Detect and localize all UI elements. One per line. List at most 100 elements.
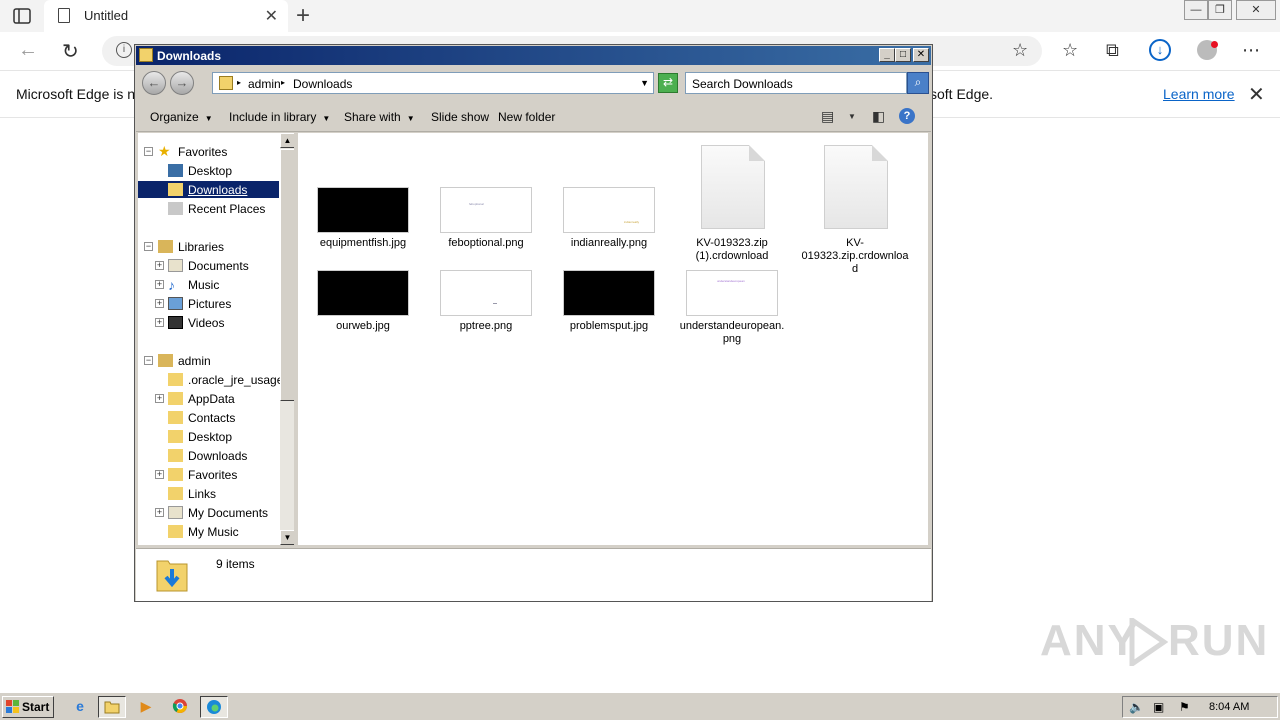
breadcrumb-admin[interactable]: admin — [248, 77, 281, 91]
volume-icon[interactable]: 🔈 — [1129, 700, 1144, 714]
chevron-down-icon[interactable]: ▼ — [848, 112, 856, 121]
nav-contacts[interactable]: Contacts — [188, 411, 235, 425]
restore-button[interactable]: ❐ — [1208, 0, 1232, 20]
nav-downloads[interactable]: Downloads — [188, 183, 247, 197]
expand-icon[interactable]: + — [155, 508, 164, 517]
expand-icon[interactable]: + — [155, 470, 164, 479]
slide-show-button[interactable]: Slide show — [431, 110, 489, 124]
search-icon[interactable]: ⌕ — [907, 72, 929, 94]
explorer-minimize-button[interactable]: _ — [879, 48, 895, 62]
chevron-right-icon[interactable]: ▸ — [281, 78, 285, 87]
nav-my-documents[interactable]: My Documents — [188, 506, 268, 520]
close-window-button[interactable]: ✕ — [1236, 0, 1276, 20]
action-center-flag-icon[interactable]: ⚑ — [1179, 700, 1190, 714]
nav-documents[interactable]: Documents — [188, 259, 249, 273]
nav-music[interactable]: Music — [188, 278, 219, 292]
collapse-icon[interactable]: − — [144, 356, 153, 365]
forward-button[interactable]: → — [170, 71, 194, 95]
nav-favorites-2[interactable]: Favorites — [188, 468, 237, 482]
file-item[interactable]: KV-019323.zip (1).crdownload — [677, 145, 787, 265]
nav-pictures[interactable]: Pictures — [188, 297, 231, 311]
file-item[interactable]: KV-019323.zip.crdownload — [800, 145, 910, 275]
collapse-icon[interactable]: − — [144, 147, 153, 156]
media-player-icon[interactable]: ▶ — [132, 696, 160, 718]
search-placeholder: Search Downloads — [692, 77, 793, 91]
minimize-button[interactable]: — — [1184, 0, 1208, 20]
nav-oracle-jre-usage[interactable]: .oracle_jre_usage — [188, 373, 283, 387]
favorites-icon[interactable]: ☆ — [1062, 40, 1078, 61]
back-button[interactable]: ← — [142, 71, 166, 95]
file-thumbnail — [440, 270, 532, 316]
add-favorite-icon[interactable]: ☆ — [1012, 40, 1028, 61]
file-name: indianreally.png — [570, 237, 648, 249]
scroll-thumb[interactable] — [280, 149, 294, 401]
refresh-button[interactable]: ⇄ — [658, 73, 678, 93]
refresh-icon[interactable]: ↻ — [62, 39, 79, 64]
nav-videos[interactable]: Videos — [188, 316, 224, 330]
tab-close-icon[interactable]: ✕ — [265, 6, 278, 26]
watermark: ANY RUN — [1040, 612, 1267, 672]
explorer-maximize-button[interactable]: □ — [895, 48, 911, 62]
more-menu-icon[interactable]: ⋯ — [1242, 40, 1260, 61]
chevron-down-icon[interactable]: ▼ — [640, 78, 649, 88]
explorer-taskbar-icon[interactable] — [98, 696, 126, 718]
infobar-close-icon[interactable]: ✕ — [1248, 82, 1265, 107]
site-info-icon[interactable]: i — [116, 42, 132, 58]
file-item[interactable]: feboptional feboptional.png — [431, 187, 541, 257]
file-item[interactable]: indianreally indianreally.png — [554, 187, 664, 257]
chrome-icon[interactable] — [166, 696, 194, 718]
file-name: KV-019323.zip (1).crdownload — [695, 237, 769, 262]
share-with-button[interactable]: Share with ▼ — [344, 110, 415, 124]
nav-recent-places[interactable]: Recent Places — [188, 202, 265, 216]
file-item[interactable]: problemsput.jpg — [554, 270, 664, 340]
nav-links[interactable]: Links — [188, 487, 216, 501]
help-icon[interactable]: ? — [899, 108, 915, 124]
learn-more-link[interactable]: Learn more — [1163, 86, 1235, 102]
nav-appdata[interactable]: AppData — [188, 392, 235, 406]
include-in-library-button[interactable]: Include in library ▼ — [229, 110, 330, 124]
expand-icon[interactable]: + — [155, 261, 164, 270]
search-input[interactable]: Search Downloads — [685, 72, 907, 94]
explorer-close-button[interactable]: ✕ — [913, 48, 929, 62]
expand-icon[interactable]: + — [155, 394, 164, 403]
nav-my-music[interactable]: My Music — [188, 525, 239, 539]
new-tab-button[interactable]: + — [296, 2, 310, 30]
collections-icon[interactable]: ⧉ — [1106, 40, 1119, 61]
chevron-right-icon[interactable]: ▸ — [237, 78, 241, 87]
preview-pane-icon[interactable]: ◧ — [872, 108, 885, 125]
clock[interactable]: 8:04 AM — [1209, 701, 1249, 713]
file-item[interactable]: ourweb.jpg — [308, 270, 418, 340]
view-icon[interactable]: ▤ — [821, 108, 834, 125]
tab-actions-icon[interactable] — [12, 7, 34, 25]
explorer-navbar: ← → ▸ admin ▸ Downloads ▼ ⇄ Search Downl… — [136, 66, 931, 100]
file-item[interactable]: pptree.png — [431, 270, 541, 340]
nav-libraries[interactable]: Libraries — [178, 240, 224, 254]
explorer-address-bar[interactable]: ▸ admin ▸ Downloads ▼ — [212, 72, 654, 94]
expand-icon[interactable]: + — [155, 299, 164, 308]
browser-tab[interactable]: Untitled ✕ — [44, 0, 288, 32]
file-item[interactable]: understandeuropean understandeuropean.pn… — [677, 270, 787, 350]
expand-icon[interactable]: + — [155, 280, 164, 289]
back-icon[interactable]: ← — [18, 39, 38, 62]
expand-icon[interactable]: + — [155, 318, 164, 327]
edge-taskbar-icon[interactable] — [200, 696, 228, 718]
nav-downloads-2[interactable]: Downloads — [188, 449, 247, 463]
downloads-icon[interactable]: ↓ — [1149, 39, 1171, 61]
nav-favorites[interactable]: Favorites — [178, 145, 227, 159]
scroll-down-icon[interactable]: ▼ — [280, 530, 294, 545]
thumbnail-mark — [493, 303, 497, 304]
nav-desktop-2[interactable]: Desktop — [188, 430, 232, 444]
explorer-titlebar[interactable]: Downloads _ □ ✕ — [136, 46, 931, 65]
start-button[interactable]: Start — [2, 696, 54, 718]
internet-explorer-icon[interactable]: e — [66, 696, 94, 718]
network-icon[interactable]: ▣ — [1153, 700, 1164, 714]
breadcrumb-downloads[interactable]: Downloads — [293, 77, 352, 91]
file-item[interactable]: equipmentfish.jpg — [308, 187, 418, 257]
nav-desktop[interactable]: Desktop — [188, 164, 232, 178]
new-folder-button[interactable]: New folder — [498, 110, 555, 124]
scroll-up-icon[interactable]: ▲ — [280, 133, 294, 148]
collapse-icon[interactable]: − — [144, 242, 153, 251]
nav-scrollbar[interactable]: ▲ ▼ — [280, 133, 294, 545]
organize-button[interactable]: Organize ▼ — [150, 110, 213, 124]
nav-admin[interactable]: admin — [178, 354, 211, 368]
